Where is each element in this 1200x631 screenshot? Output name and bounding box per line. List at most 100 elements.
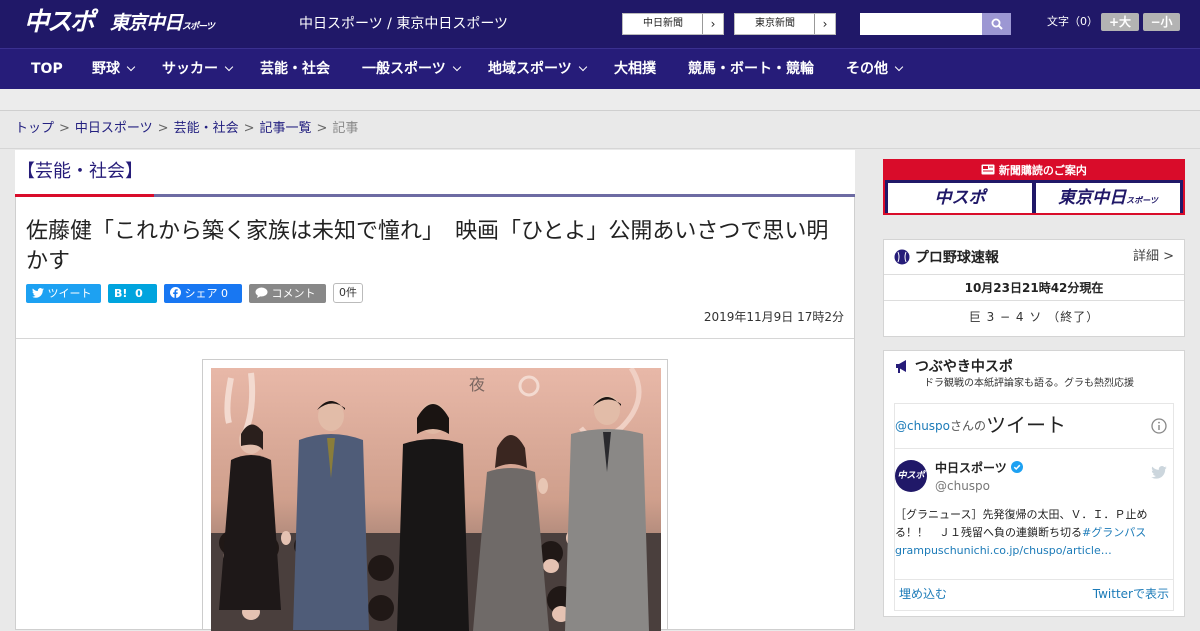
article-photo-image: 夜 xyxy=(211,368,661,631)
breadcrumb-separator: > xyxy=(243,121,255,136)
publish-date: 2019年11月9日 17時2分 xyxy=(703,310,844,324)
chevron-right-icon: › xyxy=(814,14,835,34)
baseball-header: プロ野球速報 xyxy=(894,248,999,268)
search-input[interactable] xyxy=(860,13,982,35)
baseball-scores-box: プロ野球速報 詳細 > 10月23日21時42分現在 巨 3 − 4 ソ （終了… xyxy=(883,239,1185,337)
avatar[interactable]: 中スポ xyxy=(895,460,927,492)
facebook-icon xyxy=(170,287,181,298)
divider xyxy=(895,579,1173,580)
baseball-icon xyxy=(894,249,910,265)
breadcrumb-item-article-list[interactable]: 記事一覧 xyxy=(260,121,312,136)
baseball-title: プロ野球速報 xyxy=(914,250,999,266)
comment-button[interactable]: コメント xyxy=(249,284,326,303)
breadcrumb-item-entertainment[interactable]: 芸能・社会 xyxy=(174,121,239,136)
breadcrumb-current: 記事 xyxy=(332,121,359,136)
embed-link[interactable]: 埋め込む xyxy=(899,586,947,602)
timeline-tweet-label: ツイート xyxy=(986,413,1067,437)
nav-item-sumo[interactable]: 大相撲 xyxy=(614,49,656,90)
nav-item-label: その他 xyxy=(846,61,888,77)
nav-item-racing[interactable]: 競馬・ボート・競輪 xyxy=(688,49,814,90)
facebook-share-button[interactable]: シェア 0 xyxy=(164,284,242,303)
search-button[interactable] xyxy=(982,13,1011,35)
twitter-embed: @chuspoさんのツイート 中スポ 中日スポーツ @chuspo ［グラニュー… xyxy=(894,403,1174,611)
comment-label: コメント xyxy=(271,287,316,300)
info-icon[interactable] xyxy=(1151,418,1167,434)
font-size-label: 文字（0） xyxy=(1047,15,1098,28)
font-smaller-button[interactable]: −小 xyxy=(1143,13,1180,31)
baseball-timestamp: 10月23日21時42分現在 xyxy=(964,281,1104,295)
tweets-subtitle: ドラ観戦の本紙評論家も語る。グラも熱烈応援 xyxy=(924,378,1134,389)
tweet-label: ツイート xyxy=(47,287,92,300)
chuspo-logo[interactable]: 中スポ xyxy=(24,7,101,37)
nav-item-entertainment[interactable]: 芸能・社会 xyxy=(260,49,330,90)
divider xyxy=(884,300,1184,301)
breadcrumb-separator: > xyxy=(316,121,328,136)
view-on-twitter-link[interactable]: Twitterで表示 xyxy=(1093,586,1169,602)
timeline-handle[interactable]: @chuspo xyxy=(895,419,950,433)
breadcrumb-item-top[interactable]: トップ xyxy=(15,121,54,136)
facebook-share-label: シェア xyxy=(184,287,218,300)
tokyo-chunichi-logo[interactable]: 東京中日スポーツ xyxy=(110,10,215,40)
nav-item-other[interactable]: その他 xyxy=(846,49,904,90)
nav-item-label: 地域スポーツ xyxy=(488,61,572,77)
nav-item-label: TOP xyxy=(31,61,63,77)
hatena-icon: B! xyxy=(114,287,128,300)
nav-item-baseball[interactable]: 野球 xyxy=(92,49,136,90)
baseball-score[interactable]: 巨 3 − 4 ソ （終了） xyxy=(884,309,1184,325)
twitter-bird-icon[interactable] xyxy=(1151,466,1167,479)
comment-count: 0件 xyxy=(333,283,363,303)
tweet-user-name-text: 中日スポーツ xyxy=(935,461,1007,475)
chunichi-shimbun-link[interactable]: 中日新聞 › xyxy=(622,13,724,35)
search-icon xyxy=(991,18,1003,30)
chevron-down-icon xyxy=(126,62,136,72)
hatena-count: 0 xyxy=(135,287,143,300)
site-title[interactable]: 中日スポーツ / 東京中日スポーツ xyxy=(299,15,508,33)
nav-item-general-sports[interactable]: 一般スポーツ xyxy=(362,49,461,90)
timeline-heading: @chuspoさんのツイート xyxy=(895,412,1066,439)
tweet-link[interactable]: grampuschunichi.co.jp/chuspo/article… xyxy=(895,544,1112,557)
tweet-user-name[interactable]: 中日スポーツ xyxy=(935,460,1023,476)
chevron-down-icon xyxy=(578,62,587,72)
nav-item-label: 一般スポーツ xyxy=(362,61,446,77)
breadcrumb: トップ > 中日スポーツ > 芸能・社会 > 記事一覧 > 記事 xyxy=(15,120,358,138)
nav-item-soccer[interactable]: サッカー xyxy=(162,49,234,90)
breadcrumb-item-chunichi-sports[interactable]: 中日スポーツ xyxy=(75,121,153,136)
nav-item-top[interactable]: TOP xyxy=(31,49,63,90)
baseball-detail-link[interactable]: 詳細 > xyxy=(1133,248,1174,266)
timeline-handle-suffix: さんの xyxy=(950,419,987,433)
article-photo[interactable]: 夜 xyxy=(211,368,661,631)
tweet-hashtag[interactable]: #グランパス xyxy=(1082,526,1146,539)
megaphone-icon xyxy=(896,360,906,373)
subscription-header: 新聞購読のご案内 xyxy=(885,161,1183,180)
nav-item-label: 競馬・ボート・競輪 xyxy=(688,61,814,77)
site-header: 中スポ 東京中日スポーツ 中日スポーツ / 東京中日スポーツ 中日新聞 › 東京… xyxy=(0,0,1200,48)
subscribe-tokyo-chunichi-button[interactable]: 東京中日スポーツ xyxy=(1036,183,1180,213)
ad-band xyxy=(0,89,1200,111)
tweet-user-handle[interactable]: @chuspo xyxy=(935,478,990,494)
nav-item-label: 大相撲 xyxy=(614,61,656,77)
ext-link-label: 中日新聞 xyxy=(643,18,683,29)
verified-icon xyxy=(1010,461,1023,473)
tweets-title: つぶやき中スポ xyxy=(914,359,1013,375)
subscription-title: 新聞購読のご案内 xyxy=(998,164,1087,177)
nav-item-label: 野球 xyxy=(92,61,120,77)
tokyo-logo-text: 東京中日 xyxy=(110,12,183,34)
tweet-button[interactable]: ツイート xyxy=(26,284,101,303)
facebook-share-count: 0 xyxy=(221,287,228,300)
nav-item-label: 芸能・社会 xyxy=(260,61,330,77)
breadcrumb-separator: > xyxy=(157,121,169,136)
photo-backdrop-text: 夜 xyxy=(469,375,485,394)
hatena-bookmark-button[interactable]: B! 0 xyxy=(108,284,157,303)
subscribe-chuspo-button[interactable]: 中スポ xyxy=(888,183,1032,213)
tokyo-shimbun-link[interactable]: 東京新聞 › xyxy=(734,13,836,35)
chevron-right-icon: › xyxy=(702,14,723,34)
ext-link-label: 東京新聞 xyxy=(755,18,795,29)
nav-item-regional-sports[interactable]: 地域スポーツ xyxy=(488,49,587,90)
main-nav: TOP 野球 サッカー 芸能・社会 一般スポーツ 地域スポーツ 大相撲 競馬・ボ… xyxy=(0,48,1200,89)
tweets-header: つぶやき中スポ xyxy=(894,357,1013,377)
font-larger-button[interactable]: +大 xyxy=(1101,13,1139,31)
subscription-banner[interactable]: 新聞購読のご案内 中スポ 東京中日スポーツ xyxy=(883,159,1185,215)
category-heading[interactable]: 【芸能・社会】 xyxy=(17,160,143,184)
subscribe-tokyo-label: 東京中日 xyxy=(1058,188,1127,208)
tweet-text: ［グラニュース］先発復帰の太田、Ｖ．Ｉ．Ｐ止める！！ Ｊ１残留へ負の連鎖断ち切る… xyxy=(895,506,1173,560)
